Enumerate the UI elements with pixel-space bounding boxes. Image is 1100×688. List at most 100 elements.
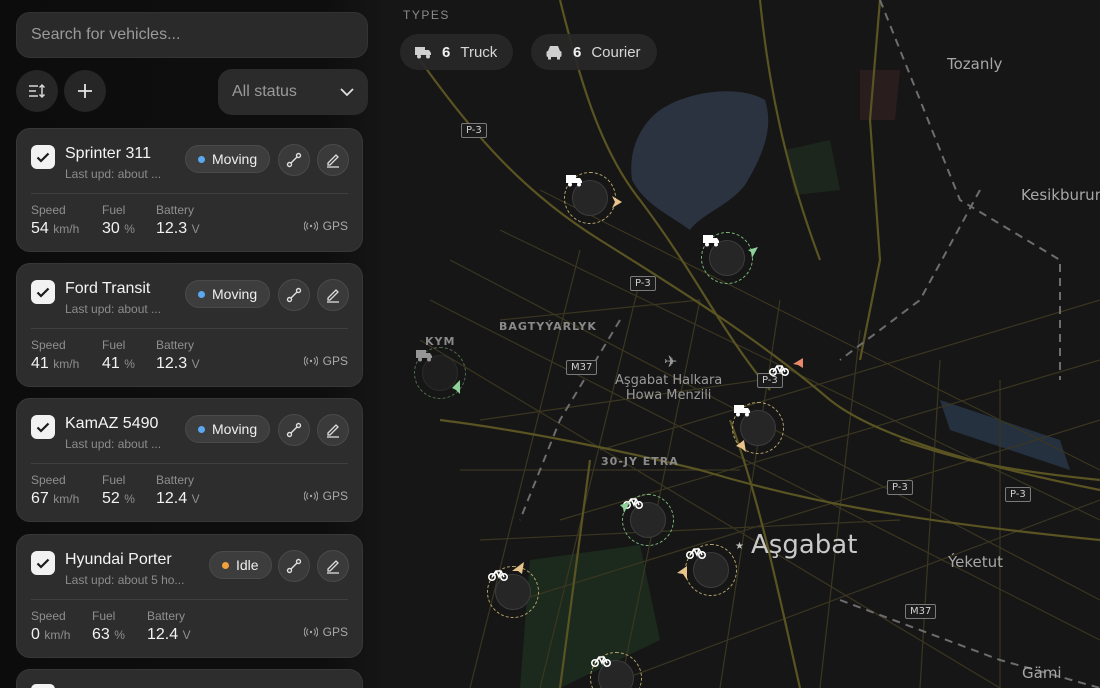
route-icon bbox=[286, 422, 302, 438]
speed-label: Speed bbox=[31, 203, 66, 217]
vehicle-checkbox[interactable] bbox=[31, 280, 55, 304]
battery-value: 12.3 bbox=[156, 355, 188, 372]
add-vehicle-button[interactable] bbox=[64, 70, 106, 112]
battery-label: Battery bbox=[156, 203, 195, 217]
battery-unit: V bbox=[191, 357, 200, 371]
speed-metric: Speed 41 km/h bbox=[31, 338, 79, 373]
road-shield: M37 bbox=[566, 360, 598, 375]
map-marker-bike[interactable] bbox=[768, 361, 820, 413]
battery-value: 12.4 bbox=[147, 626, 179, 643]
check-icon bbox=[36, 287, 50, 298]
fuel-metric: Fuel 63 % bbox=[92, 609, 125, 644]
edit-button[interactable] bbox=[317, 550, 349, 582]
fuel-metric: Fuel 52 % bbox=[102, 473, 135, 508]
status-dot bbox=[222, 561, 229, 569]
sort-button[interactable] bbox=[16, 70, 58, 112]
route-button[interactable] bbox=[278, 550, 310, 582]
route-button[interactable] bbox=[278, 279, 310, 311]
chevron-down-icon bbox=[340, 87, 354, 96]
bike-icon bbox=[623, 498, 643, 509]
svg-text:★: ★ bbox=[735, 541, 744, 552]
truck-icon bbox=[734, 405, 750, 417]
map-marker-truck[interactable] bbox=[732, 402, 784, 454]
status-badge: Moving bbox=[185, 415, 271, 443]
vehicle-checkbox[interactable] bbox=[31, 551, 55, 575]
map-marker-truck[interactable] bbox=[701, 232, 753, 284]
type-label: Courier bbox=[591, 43, 641, 61]
vehicle-card[interactable]: Hyundai Porter Last upd: about 5 ho... I… bbox=[16, 534, 363, 658]
fuel-value: 63 bbox=[92, 626, 110, 643]
edit-button[interactable] bbox=[317, 279, 349, 311]
speed-value: 41 bbox=[31, 355, 49, 372]
truck-icon bbox=[703, 235, 719, 247]
status-filter-select[interactable]: All status bbox=[218, 69, 368, 115]
battery-unit: V bbox=[191, 222, 200, 236]
vehicle-sidebar: All status Sprinter 311 Last upd: about … bbox=[0, 0, 386, 688]
type-label: Truck bbox=[460, 43, 498, 61]
status-text: Moving bbox=[212, 151, 258, 167]
battery-label: Battery bbox=[156, 473, 195, 487]
speed-value: 67 bbox=[31, 490, 49, 507]
vehicle-checkbox[interactable] bbox=[31, 415, 55, 439]
fuel-value: 52 bbox=[102, 490, 120, 507]
signal-icon bbox=[303, 221, 318, 231]
edit-button[interactable] bbox=[317, 144, 349, 176]
status-text: Moving bbox=[212, 286, 258, 302]
map-label-kesikburun: Kesikburun bbox=[1021, 186, 1100, 204]
battery-metric: Battery 12.4 V bbox=[156, 473, 200, 508]
check-icon bbox=[36, 152, 50, 163]
gps-indicator: GPS bbox=[303, 354, 348, 368]
route-icon bbox=[286, 287, 302, 303]
route-button[interactable] bbox=[278, 144, 310, 176]
map-label-bagtyyarlyk: BAGTYÝARLYK bbox=[499, 320, 597, 333]
card-divider bbox=[31, 463, 348, 464]
fuel-value: 30 bbox=[102, 220, 120, 237]
card-divider bbox=[31, 193, 348, 194]
edit-button[interactable] bbox=[317, 414, 349, 446]
road-shield: P-3 bbox=[630, 276, 656, 291]
types-title: TYPES bbox=[403, 8, 450, 22]
vehicle-checkbox[interactable] bbox=[31, 145, 55, 169]
card-divider bbox=[31, 599, 348, 600]
signal-icon bbox=[303, 627, 318, 637]
vehicle-checkbox[interactable] bbox=[31, 684, 55, 688]
status-text: Idle bbox=[236, 557, 259, 573]
pencil-icon bbox=[327, 289, 339, 303]
search-input[interactable] bbox=[17, 13, 367, 57]
gps-indicator: GPS bbox=[303, 219, 348, 233]
vehicle-card[interactable]: Ford Transit Last upd: about ... Moving … bbox=[16, 263, 363, 387]
signal-icon bbox=[303, 356, 318, 366]
speed-unit: km/h bbox=[53, 492, 80, 506]
signal-icon bbox=[303, 491, 318, 501]
gps-indicator: GPS bbox=[303, 489, 348, 503]
search-box[interactable] bbox=[16, 12, 368, 58]
map-marker-bike[interactable] bbox=[622, 494, 674, 546]
map-label-city: Aşgabat bbox=[751, 530, 858, 560]
vehicle-card-partial[interactable] bbox=[16, 669, 363, 688]
vehicle-card[interactable]: Sprinter 311 Last upd: about ... Moving … bbox=[16, 128, 363, 252]
vehicle-card[interactable]: KamAZ 5490 Last upd: about ... Moving Sp… bbox=[16, 398, 363, 522]
vehicle-name: KamAZ 5490 bbox=[65, 415, 159, 432]
type-chip-truck[interactable]: 6 Truck bbox=[400, 34, 514, 70]
speed-value: 0 bbox=[31, 626, 40, 643]
pencil-icon bbox=[327, 154, 339, 168]
vehicle-name: Hyundai Porter bbox=[65, 551, 172, 568]
route-button[interactable] bbox=[278, 414, 310, 446]
truck-icon bbox=[415, 47, 431, 59]
pencil-icon bbox=[327, 424, 339, 438]
status-dot bbox=[198, 425, 205, 433]
gps-indicator: GPS bbox=[303, 625, 348, 639]
type-count: 6 bbox=[573, 43, 582, 61]
map-marker-bike[interactable] bbox=[685, 544, 737, 596]
map-marker-truck[interactable] bbox=[564, 172, 616, 224]
fuel-metric: Fuel 30 % bbox=[102, 203, 135, 238]
truck-icon bbox=[416, 350, 432, 362]
fuel-metric: Fuel 41 % bbox=[102, 338, 135, 373]
speed-label: Speed bbox=[31, 609, 66, 623]
map-marker-truck[interactable] bbox=[414, 347, 466, 399]
type-count: 6 bbox=[442, 43, 451, 61]
map-label-tozanly: Tozanly bbox=[947, 55, 1003, 73]
type-chip-courier[interactable]: 6 Courier bbox=[531, 34, 657, 70]
bike-icon bbox=[769, 365, 789, 376]
map-marker-bike[interactable] bbox=[487, 566, 539, 618]
